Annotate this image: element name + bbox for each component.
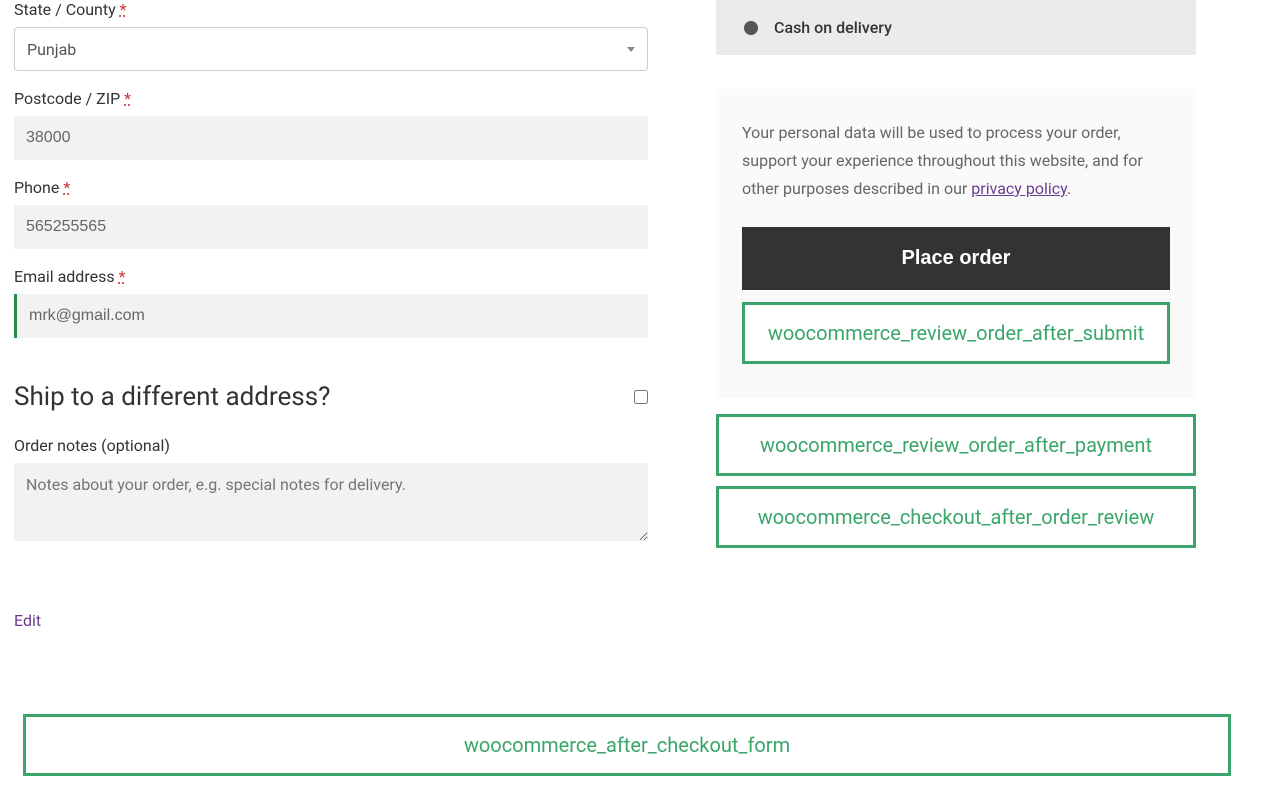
state-label-text: State / County bbox=[14, 0, 116, 19]
privacy-policy-link[interactable]: privacy policy bbox=[971, 179, 1067, 198]
ship-different-checkbox[interactable] bbox=[634, 390, 648, 404]
postcode-input[interactable] bbox=[14, 116, 648, 160]
state-select[interactable]: Punjab bbox=[14, 27, 648, 71]
state-label: State / County * bbox=[14, 0, 648, 19]
chevron-down-icon bbox=[627, 47, 635, 52]
required-mark: * bbox=[120, 0, 127, 19]
payment-method-box: Cash on delivery bbox=[716, 0, 1196, 55]
required-mark: * bbox=[63, 178, 70, 197]
place-order-button[interactable]: Place order bbox=[742, 227, 1170, 290]
email-label-text: Email address bbox=[14, 267, 115, 286]
ship-different-heading: Ship to a different address? bbox=[14, 382, 330, 412]
email-input[interactable] bbox=[14, 294, 648, 338]
required-mark: * bbox=[119, 267, 126, 286]
radio-selected-icon bbox=[744, 21, 758, 35]
order-notes-label: Order notes (optional) bbox=[14, 436, 648, 455]
order-submit-box: Your personal data will be used to proce… bbox=[716, 89, 1196, 398]
hook-after-submit: woocommerce_review_order_after_submit bbox=[742, 302, 1170, 364]
phone-input[interactable] bbox=[14, 205, 648, 249]
postcode-label: Postcode / ZIP * bbox=[14, 89, 648, 108]
privacy-text-pre: Your personal data will be used to proce… bbox=[742, 123, 1143, 198]
order-notes-textarea[interactable] bbox=[14, 463, 648, 541]
payment-method-label: Cash on delivery bbox=[774, 18, 892, 37]
hook-after-order-review: woocommerce_checkout_after_order_review bbox=[716, 486, 1196, 548]
phone-label: Phone * bbox=[14, 178, 648, 197]
required-mark: * bbox=[124, 89, 131, 108]
hook-after-checkout-form: woocommerce_after_checkout_form bbox=[23, 714, 1231, 776]
state-select-value: Punjab bbox=[27, 40, 627, 59]
phone-label-text: Phone bbox=[14, 178, 59, 197]
privacy-text-post: . bbox=[1067, 179, 1071, 198]
payment-method-option[interactable]: Cash on delivery bbox=[744, 18, 1168, 37]
hook-after-payment: woocommerce_review_order_after_payment bbox=[716, 414, 1196, 476]
email-label: Email address * bbox=[14, 267, 648, 286]
postcode-label-text: Postcode / ZIP bbox=[14, 89, 120, 108]
privacy-text: Your personal data will be used to proce… bbox=[742, 119, 1170, 203]
edit-link[interactable]: Edit bbox=[14, 611, 41, 630]
